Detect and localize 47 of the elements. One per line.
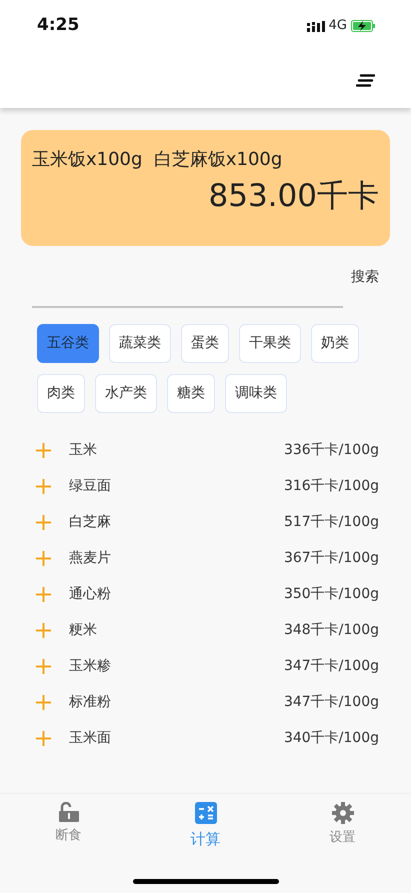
add-icon[interactable] <box>36 479 51 494</box>
calculator-icon <box>194 802 216 824</box>
add-icon[interactable] <box>36 731 51 746</box>
food-calories: 348千卡/100g <box>284 621 379 640</box>
add-icon[interactable] <box>36 623 51 638</box>
food-name: 绿豆面 <box>69 477 112 496</box>
food-name: 玉米糁 <box>69 657 112 676</box>
food-name: 白芝麻 <box>69 513 112 532</box>
category-chip[interactable]: 蛋类 <box>181 324 229 363</box>
add-icon[interactable] <box>36 659 51 674</box>
food-name: 标准粉 <box>69 693 112 712</box>
category-chip[interactable]: 糖类 <box>167 374 215 413</box>
food-calories: 347千卡/100g <box>284 657 379 676</box>
food-calories: 350千卡/100g <box>284 585 379 604</box>
network-label: 4G <box>328 17 347 36</box>
category-chip[interactable]: 水产类 <box>95 374 157 413</box>
food-calories: 517千卡/100g <box>284 513 379 532</box>
add-icon[interactable] <box>36 551 51 566</box>
category-chip[interactable]: 蔬菜类 <box>109 324 171 363</box>
menu-icon[interactable] <box>356 74 375 86</box>
signal-icon <box>306 20 325 32</box>
food-name: 燕麦片 <box>69 549 112 568</box>
food-calories: 347千卡/100g <box>284 693 379 712</box>
food-name: 通心粉 <box>69 585 112 604</box>
add-icon[interactable] <box>36 443 51 458</box>
category-chip[interactable]: 奶类 <box>311 324 359 363</box>
food-name: 粳米 <box>69 621 98 640</box>
food-calories: 340千卡/100g <box>284 729 379 748</box>
add-icon[interactable] <box>36 695 51 710</box>
category-chip[interactable]: 干果类 <box>239 324 301 363</box>
status-time: 4:25 <box>37 14 80 38</box>
search-button[interactable]: 搜索 <box>347 267 379 308</box>
food-name: 玉米 <box>69 441 98 460</box>
selected-foods: 玉米饭x100g 白芝麻饭x100g <box>32 148 284 172</box>
food-name: 玉米面 <box>69 729 112 748</box>
add-icon[interactable] <box>36 587 51 602</box>
food-calories: 367千卡/100g <box>284 549 379 568</box>
category-chip[interactable]: 五谷类 <box>37 324 99 363</box>
lock-icon <box>58 802 80 822</box>
add-icon[interactable] <box>36 515 51 530</box>
battery-icon <box>351 20 375 32</box>
food-calories: 316千卡/100g <box>284 477 379 496</box>
category-chip[interactable]: 调味类 <box>225 374 287 413</box>
category-chip[interactable]: 肉类 <box>37 374 85 413</box>
gear-icon <box>332 802 354 824</box>
food-calories: 336千卡/100g <box>284 441 379 460</box>
calorie-total: 853.00千卡 <box>208 177 379 216</box>
